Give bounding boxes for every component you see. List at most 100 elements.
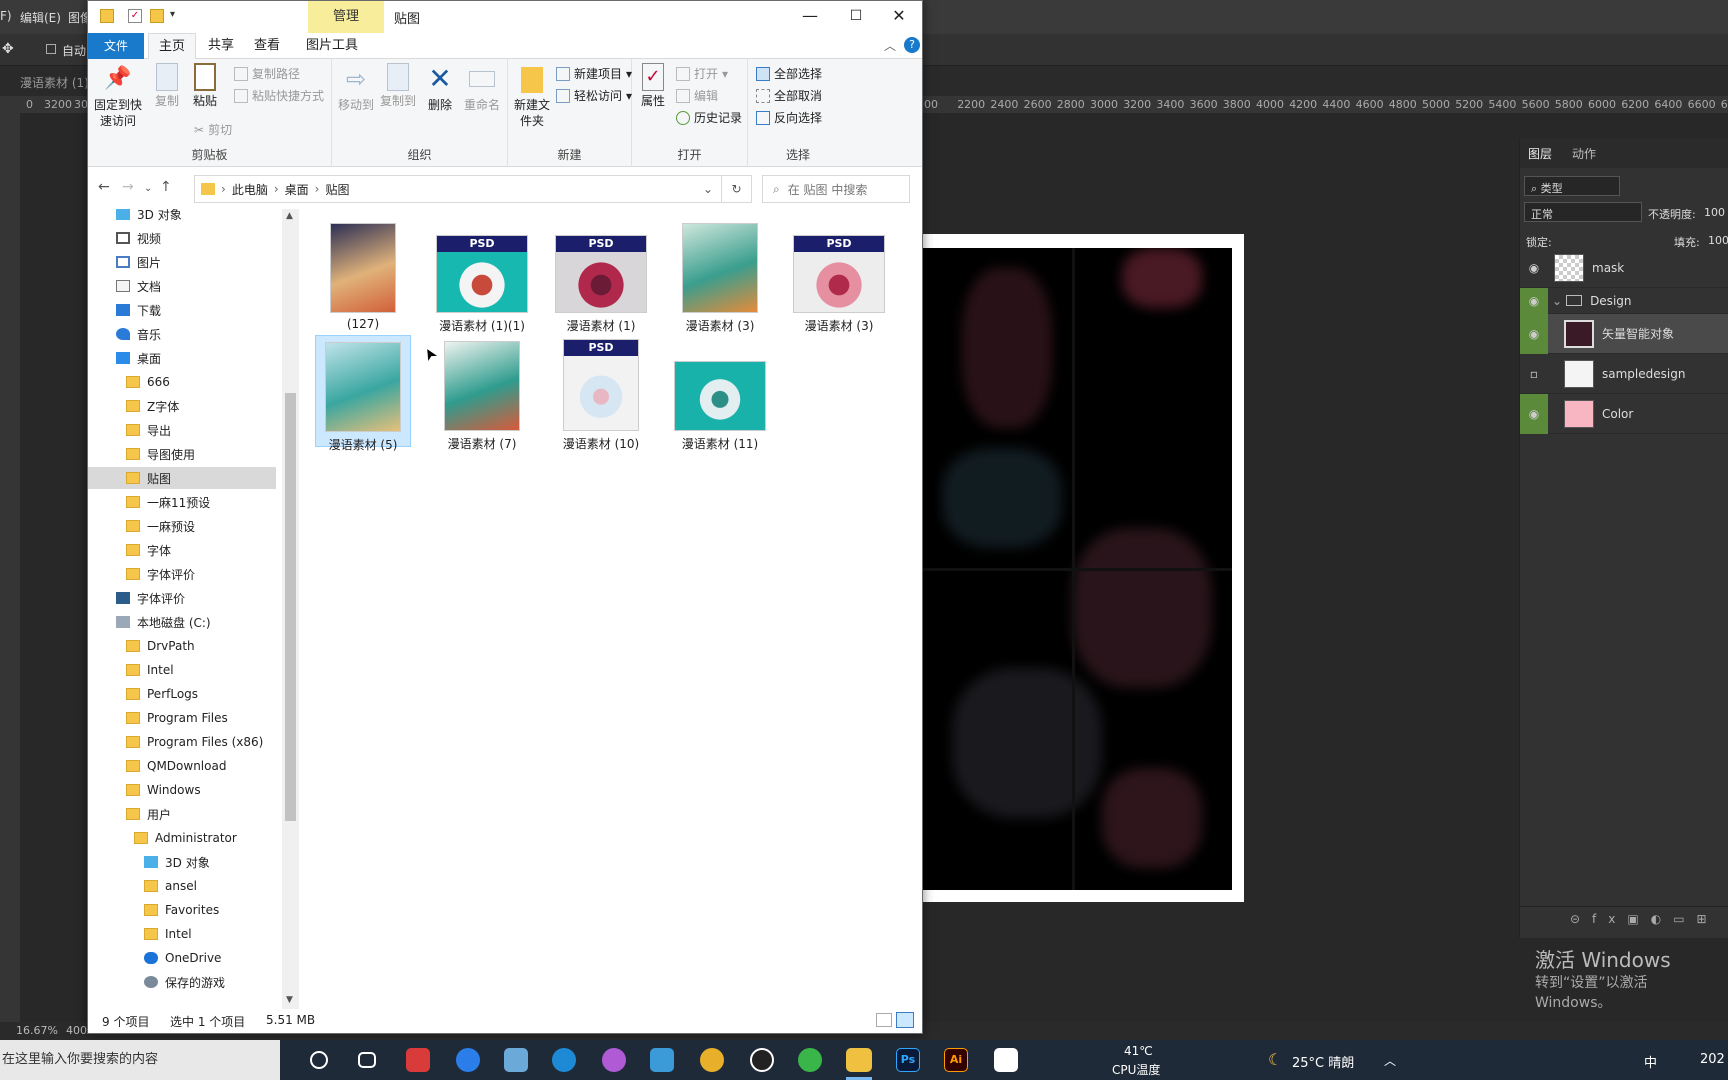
nav-item[interactable]: Z字体	[88, 395, 276, 417]
app-icon-red[interactable]	[406, 1048, 430, 1072]
nav-item[interactable]: DrvPath	[88, 635, 276, 657]
eye-icon[interactable]: ◉	[1520, 393, 1548, 434]
search-input[interactable]: ⌕ 在 贴图 中搜索	[762, 175, 910, 203]
nav-item[interactable]: Intel	[88, 923, 276, 945]
nav-item[interactable]: 保存的游戏	[88, 971, 276, 993]
nav-item[interactable]: Windows	[88, 779, 276, 801]
nav-item[interactable]: 贴图	[88, 467, 276, 489]
copy-button[interactable]: 复制	[150, 63, 184, 109]
nav-item[interactable]: Intel	[88, 659, 276, 681]
new-folder-icon[interactable]	[150, 9, 164, 23]
app-icon-purple[interactable]	[602, 1048, 626, 1072]
help-icon[interactable]: ?	[904, 37, 920, 53]
file-item[interactable]: 漫语素材 (5)	[315, 335, 411, 452]
layer-row-color[interactable]: ◉ Color	[1520, 393, 1728, 434]
nav-item[interactable]: 音乐	[88, 323, 276, 345]
large-icons-view-icon[interactable]	[896, 1012, 914, 1028]
nav-item[interactable]: 字体评价	[88, 587, 276, 609]
scroll-down-icon[interactable]: ▼	[286, 995, 293, 1005]
clock-fragment[interactable]: 202	[1700, 1052, 1725, 1067]
open-button[interactable]: 打开 ▾	[676, 65, 728, 82]
chevron-up-icon[interactable]: ︿	[1384, 1052, 1396, 1069]
nav-item[interactable]: 用户	[88, 803, 276, 825]
nav-item[interactable]: 导出	[88, 419, 276, 441]
forward-arrow-icon[interactable]: →	[122, 179, 134, 195]
edit-button[interactable]: 编辑	[676, 87, 718, 104]
scroll-up-icon[interactable]: ▲	[286, 211, 293, 221]
file-item[interactable]: PSD 漫语素材 (1)(1)	[434, 217, 530, 333]
nav-item[interactable]: 字体评价	[88, 563, 276, 585]
layer-filter-select[interactable]: ⌕ 类型	[1524, 176, 1620, 196]
move-to-button[interactable]: ⇨ 移动到	[336, 63, 376, 113]
details-view-icon[interactable]	[876, 1013, 892, 1027]
select-none-button[interactable]: 全部取消	[756, 87, 822, 104]
chevron-down-icon[interactable]: ⌄	[1552, 294, 1562, 308]
nav-scrollbar[interactable]: ▲ ▼	[282, 209, 299, 1009]
qq-icon[interactable]	[750, 1048, 774, 1072]
layers-panel-footer-icons[interactable]: ⊝fx▣◐▭⊞	[1520, 906, 1728, 932]
breadcrumb-desktop[interactable]: 桌面	[285, 181, 309, 198]
nav-item[interactable]: Program Files (x86)	[88, 731, 276, 753]
scroll-thumb[interactable]	[285, 393, 296, 821]
file-item[interactable]: PSD 漫语素材 (1)	[553, 217, 649, 333]
nav-item[interactable]: 666	[88, 371, 276, 393]
illustrator-icon[interactable]: Ai	[944, 1048, 968, 1072]
tab-home[interactable]: 主页	[148, 33, 197, 59]
properties-button[interactable]: ✓ 属性	[636, 63, 670, 109]
layer-row-design-group[interactable]: ◉ ⌄ Design	[1520, 287, 1728, 314]
file-item[interactable]: PSD 漫语素材 (10)	[553, 335, 649, 451]
tab-view[interactable]: 查看	[244, 33, 290, 59]
address-input[interactable]: › 此电脑 › 桌面 › 贴图 ⌄	[194, 175, 722, 203]
select-all-button[interactable]: 全部选择	[756, 65, 822, 82]
layer-row-mask[interactable]: ◉ mask	[1520, 248, 1728, 288]
ime-indicator[interactable]: 中	[1644, 1052, 1657, 1071]
back-arrow-icon[interactable]: ←	[98, 179, 110, 195]
chrome-icon[interactable]	[700, 1048, 724, 1072]
delete-button[interactable]: ✕ 删除	[422, 63, 458, 113]
nav-item[interactable]: 导图使用	[88, 443, 276, 465]
ps-zoom[interactable]: 16.67%	[16, 1024, 58, 1037]
file-item[interactable]: (127)	[315, 217, 411, 331]
nav-item[interactable]: PerfLogs	[88, 683, 276, 705]
file-explorer-icon[interactable]	[846, 1048, 872, 1072]
ps-document-tab[interactable]: 漫语素材 (1)	[20, 74, 89, 91]
app-icon-gear[interactable]	[504, 1048, 528, 1072]
auto-select-checkbox[interactable]	[46, 44, 56, 54]
eye-icon[interactable]: ◉	[1520, 313, 1548, 354]
nav-item[interactable]: 视频	[88, 227, 276, 249]
tab-picture-tools[interactable]: 图片工具	[296, 33, 368, 59]
move-tool-icon[interactable]: ✥	[2, 41, 14, 57]
cut-button[interactable]: ✂ 剪切	[194, 121, 232, 138]
artboard-artwork[interactable]	[922, 248, 1232, 890]
paste-button[interactable]: 粘贴	[188, 63, 222, 109]
copy-path-button[interactable]: 复制路径	[234, 65, 300, 82]
breadcrumb-this-pc[interactable]: 此电脑	[232, 181, 268, 198]
new-item-button[interactable]: 新建项目 ▾	[556, 65, 632, 82]
fill-value[interactable]: 100	[1708, 234, 1728, 247]
nav-item[interactable]: ansel	[88, 875, 276, 897]
invert-selection-button[interactable]: 反向选择	[756, 109, 822, 126]
maximize-icon[interactable]: ☐	[833, 1, 879, 33]
nav-item[interactable]: OneDrive	[88, 947, 276, 969]
tab-share[interactable]: 共享	[198, 33, 244, 59]
taskbar-search[interactable]: 在这里输入你要搜索的内容	[0, 1040, 280, 1080]
history-button[interactable]: 历史记录	[676, 109, 742, 126]
nav-item[interactable]: 下载	[88, 299, 276, 321]
nav-item[interactable]: 3D 对象	[88, 209, 276, 225]
ps-menu-edit[interactable]: 编辑(E)	[20, 9, 61, 26]
blend-mode-select[interactable]: 正常	[1524, 202, 1642, 222]
nav-item[interactable]: 一麻11预设	[88, 491, 276, 513]
app-icon-light-blue[interactable]	[650, 1048, 674, 1072]
tab-manage[interactable]: 管理	[308, 1, 384, 33]
cortana-icon[interactable]	[310, 1051, 328, 1069]
nav-item[interactable]: 字体	[88, 539, 276, 561]
app-icon-white[interactable]	[994, 1048, 1018, 1072]
nav-item[interactable]: Program Files	[88, 707, 276, 729]
layer-row-sampledesign[interactable]: ▫ sampledesign	[1520, 354, 1728, 394]
opacity-value[interactable]: 100	[1704, 206, 1725, 219]
close-icon[interactable]: ✕	[876, 1, 922, 33]
eye-icon[interactable]: ◉	[1520, 287, 1548, 314]
paste-shortcut-button[interactable]: 粘贴快捷方式	[234, 87, 324, 104]
breadcrumb-current[interactable]: 贴图	[325, 181, 349, 198]
new-folder-button[interactable]: 新建文件夹	[512, 63, 552, 129]
